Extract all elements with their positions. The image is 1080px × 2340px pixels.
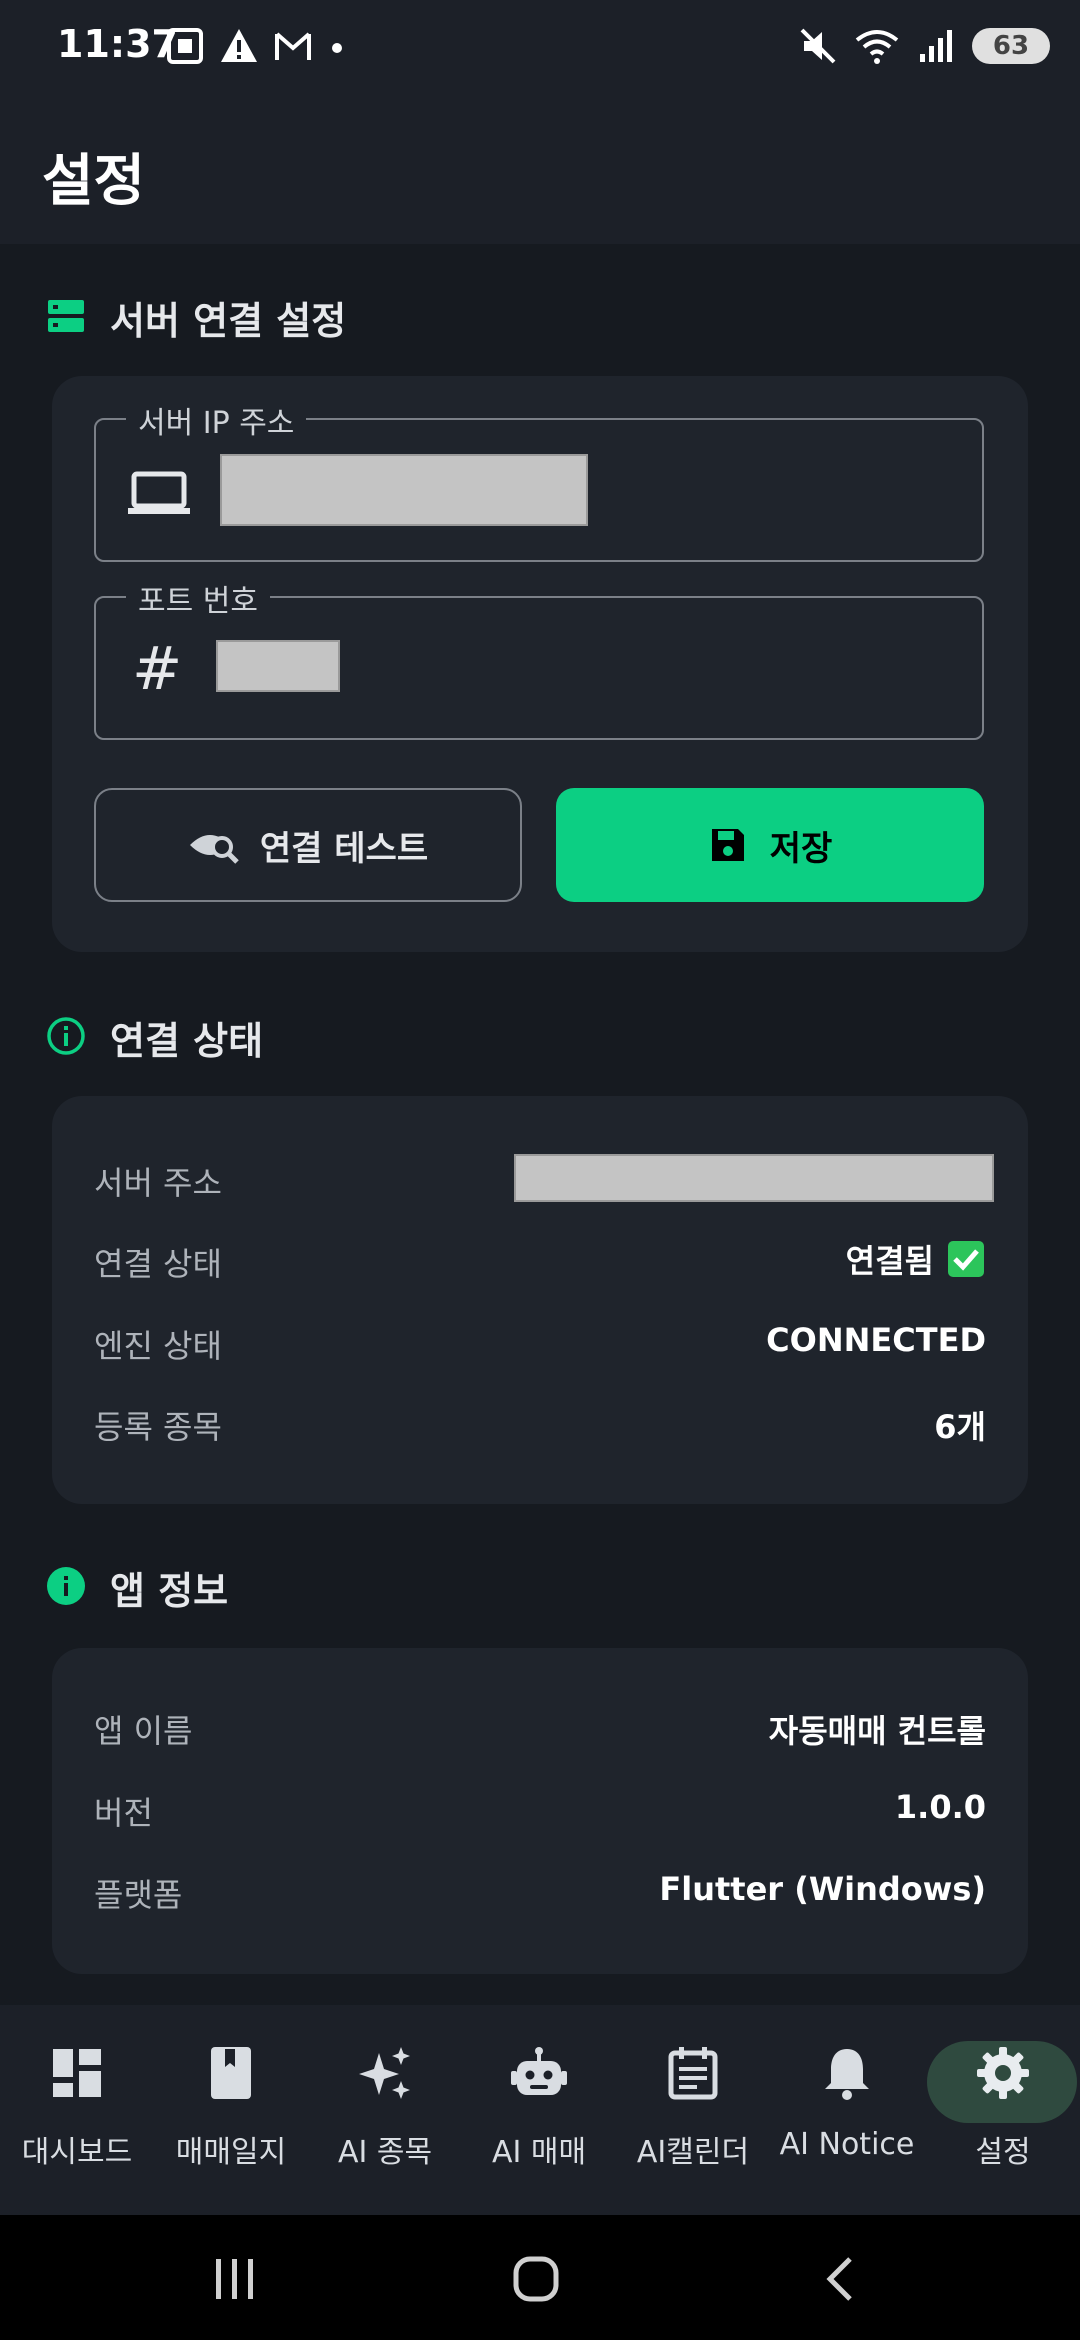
platform-label: 플랫폼	[94, 1876, 183, 1914]
calendar-icon	[668, 2047, 718, 2100]
version-value: 1.0.0	[894, 1788, 986, 1826]
robot-icon	[511, 2047, 567, 2095]
page-title: 설정	[42, 149, 146, 214]
server-settings-card: 서버 IP 주소 포트 번호 # 연결 테스트 저장	[52, 376, 1028, 952]
server-ip-input[interactable]	[220, 454, 588, 526]
status-bar: 11:37 63	[0, 0, 1080, 100]
notification-icons	[165, 26, 347, 66]
app-name-value: 자동매매 컨트롤	[768, 1712, 986, 1750]
connection-test-label: 연결 테스트	[259, 828, 429, 869]
server-icon	[48, 300, 84, 332]
bottom-navigation: 대시보드 매매일지 AI 종목 AI 매매 AI캘린더 AI Notice 설정	[0, 2005, 1080, 2215]
laptop-icon	[128, 471, 190, 514]
port-label: 포트 번호	[126, 576, 270, 620]
gmail-icon	[275, 32, 311, 60]
nav-label-trade-journal: 매매일지	[175, 2135, 287, 2170]
eye-search-icon	[189, 835, 239, 864]
app-info-card: 앱 이름 자동매매 컨트롤 버전 1.0.0 플랫폼 Flutter (Wind…	[52, 1648, 1028, 1974]
registered-stocks-value: 6개	[934, 1408, 986, 1446]
server-address-value	[514, 1154, 994, 1202]
battery-indicator: 63	[972, 28, 1050, 64]
connection-test-button[interactable]: 연결 테스트	[94, 788, 522, 902]
status-time: 11:37	[57, 22, 178, 66]
check-box-icon	[948, 1241, 984, 1277]
nav-item-trade-journal[interactable]: 매매일지	[154, 2045, 308, 2171]
nav-label-ai-trading: AI 매매	[491, 2135, 587, 2170]
nav-item-ai-notice[interactable]: AI Notice	[770, 2045, 924, 2162]
server-address-label: 서버 주소	[94, 1164, 222, 1202]
nav-label-ai-stocks: AI 종목	[337, 2135, 433, 2170]
nav-label-ai-calendar: AI캘린더	[636, 2135, 750, 2170]
server-ip-field[interactable]: 서버 IP 주소	[94, 398, 984, 562]
connection-state-value: 연결됨	[846, 1236, 986, 1282]
nav-label-settings: 설정	[975, 2135, 1031, 2170]
connection-status-card: 서버 주소 연결 상태 연결됨 엔진 상태 CONNECTED 등록 종목 6개	[52, 1096, 1028, 1504]
home-icon[interactable]	[512, 2255, 560, 2303]
port-input[interactable]	[216, 640, 340, 692]
engine-state-label: 엔진 상태	[94, 1327, 222, 1365]
book-icon	[211, 2047, 251, 2099]
system-icons: 63	[798, 26, 1050, 66]
engine-state-value: CONNECTED	[766, 1321, 986, 1359]
nav-item-settings[interactable]: 설정	[926, 2045, 1080, 2171]
back-icon[interactable]	[822, 2255, 858, 2303]
app-bar: 설정	[0, 100, 1080, 244]
nav-item-ai-calendar[interactable]: AI캘린더	[616, 2045, 770, 2171]
save-icon	[711, 829, 744, 861]
gear-icon	[977, 2047, 1029, 2099]
nav-label-ai-notice: AI Notice	[779, 2127, 915, 2162]
system-navigation-bar	[0, 2215, 1080, 2340]
app-info-section-title: 앱 정보	[110, 1569, 229, 1613]
nav-item-ai-trading[interactable]: AI 매매	[462, 2045, 616, 2171]
info-outline-icon	[47, 1017, 85, 1055]
info-icon	[47, 1567, 85, 1605]
server-section-title: 서버 연결 설정	[110, 299, 347, 343]
nav-item-ai-stocks[interactable]: AI 종목	[308, 2045, 462, 2171]
recent-apps-icon[interactable]	[212, 2257, 258, 2301]
sparkle-icon	[359, 2047, 410, 2099]
connection-state-label: 연결 상태	[94, 1245, 222, 1283]
port-field[interactable]: 포트 번호 #	[94, 576, 984, 740]
hash-icon: #	[132, 634, 183, 704]
bell-icon	[825, 2049, 869, 2100]
version-label: 버전	[94, 1794, 153, 1832]
dashboard-icon	[53, 2049, 101, 2097]
status-section-title: 연결 상태	[110, 1019, 264, 1063]
nav-label-dashboard: 대시보드	[21, 2135, 133, 2170]
signal-icon	[920, 30, 952, 62]
mute-icon	[800, 28, 836, 64]
app-name-label: 앱 이름	[94, 1712, 193, 1750]
screenshot-icon	[167, 28, 203, 64]
wifi-icon	[855, 30, 899, 64]
dot-icon	[332, 43, 342, 53]
save-label: 저장	[769, 828, 833, 869]
server-ip-label: 서버 IP 주소	[126, 398, 307, 442]
warning-icon	[221, 29, 257, 62]
nav-item-dashboard[interactable]: 대시보드	[0, 2045, 154, 2171]
registered-stocks-label: 등록 종목	[94, 1408, 222, 1446]
save-button[interactable]: 저장	[556, 788, 984, 902]
platform-value: Flutter (Windows)	[659, 1870, 986, 1908]
connection-state-text: 연결됨	[845, 1242, 934, 1280]
